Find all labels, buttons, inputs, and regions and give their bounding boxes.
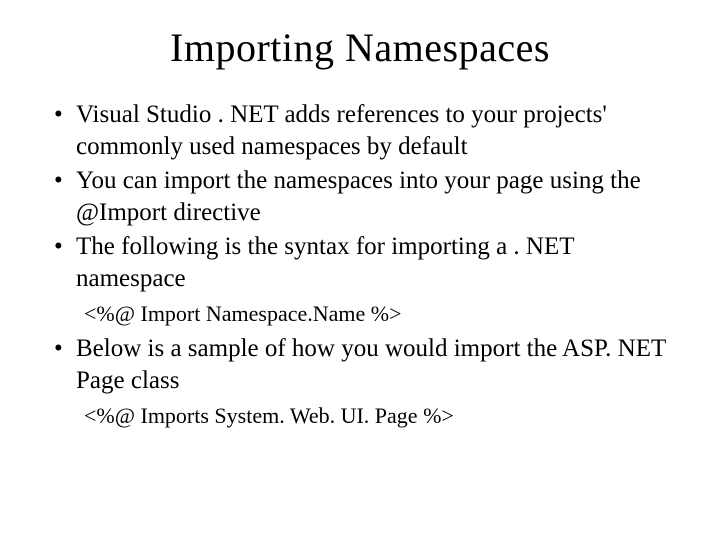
bullet-item: Below is a sample of how you would impor… [48,333,680,397]
bullet-item: You can import the namespaces into your … [48,165,680,229]
bullet-list: Visual Studio . NET adds references to y… [40,99,680,295]
bullet-item: The following is the syntax for importin… [48,231,680,295]
code-sample: <%@ Imports System. Web. UI. Page %> [40,403,680,429]
code-sample: <%@ Import Namespace.Name %> [40,301,680,327]
bullet-list: Below is a sample of how you would impor… [40,333,680,397]
slide-title: Importing Namespaces [40,24,680,71]
bullet-item: Visual Studio . NET adds references to y… [48,99,680,163]
